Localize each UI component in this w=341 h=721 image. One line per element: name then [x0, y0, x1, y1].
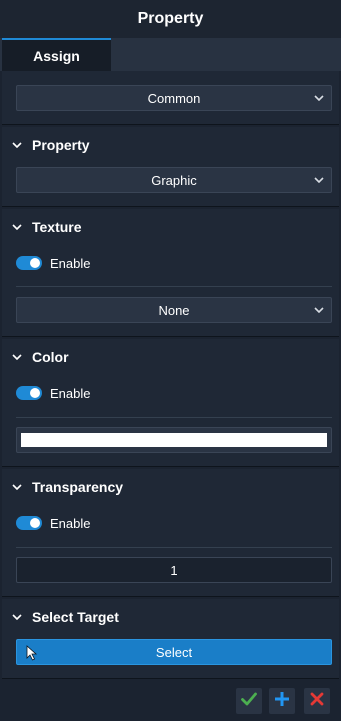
property-dropdown[interactable]: Graphic: [16, 167, 332, 193]
footer-toolbar: [0, 682, 341, 721]
common-dropdown-value: Common: [147, 90, 201, 106]
common-dropdown[interactable]: Common: [16, 85, 332, 111]
add-button[interactable]: [269, 688, 295, 714]
transparency-input[interactable]: 1: [16, 557, 332, 583]
select-target-title: Select Target: [32, 609, 119, 625]
texture-dropdown-value: None: [158, 302, 190, 318]
transparency-value: 1: [170, 562, 178, 578]
texture-enable-row: Enable: [16, 251, 90, 275]
property-panel: Common Property Graphic Texture Enable N…: [2, 71, 339, 682]
property-section: Property Graphic: [2, 127, 339, 207]
common-section: Common: [2, 71, 339, 125]
divider: [16, 286, 332, 287]
color-enable-toggle[interactable]: [16, 386, 42, 400]
transparency-section: Transparency Enable 1: [2, 469, 339, 597]
color-enable-label: Enable: [50, 385, 91, 401]
color-enable-row: Enable: [16, 381, 90, 405]
chevron-down-icon: [2, 209, 32, 245]
close-icon: [310, 692, 324, 711]
property-dropdown-value: Graphic: [151, 172, 197, 188]
chevron-down-icon: [2, 127, 32, 163]
check-icon: [241, 692, 257, 711]
texture-header[interactable]: Texture: [2, 209, 339, 245]
color-picker-field[interactable]: [16, 427, 332, 453]
select-button[interactable]: Select: [16, 639, 332, 665]
confirm-button[interactable]: [236, 688, 262, 714]
property-header[interactable]: Property: [2, 127, 339, 163]
chevron-down-icon: [313, 304, 325, 316]
texture-enable-label: Enable: [50, 255, 91, 271]
color-title: Color: [32, 349, 69, 365]
chevron-down-icon: [313, 92, 325, 104]
toggle-knob: [30, 258, 40, 268]
select-button-label: Select: [155, 644, 193, 660]
color-swatch: [21, 433, 327, 447]
divider: [16, 547, 332, 548]
cursor-icon: [25, 645, 39, 661]
close-button[interactable]: [304, 688, 330, 714]
texture-section: Texture Enable None: [2, 209, 339, 337]
divider: [16, 417, 332, 418]
property-title: Property: [32, 137, 90, 153]
tab-assign[interactable]: Assign: [2, 38, 111, 71]
transparency-header[interactable]: Transparency: [2, 469, 339, 505]
color-header[interactable]: Color: [2, 339, 339, 375]
toggle-knob: [30, 388, 40, 398]
chevron-down-icon: [2, 339, 32, 375]
select-target-section: Select Target Select: [2, 599, 339, 679]
texture-enable-toggle[interactable]: [16, 256, 42, 270]
tab-bar: Assign: [0, 38, 341, 71]
color-section: Color Enable: [2, 339, 339, 467]
plus-icon: [274, 691, 290, 712]
transparency-title: Transparency: [32, 479, 124, 495]
chevron-down-icon: [2, 599, 32, 635]
chevron-down-icon: [313, 174, 325, 186]
toggle-knob: [30, 518, 40, 528]
texture-title: Texture: [32, 219, 82, 235]
transparency-enable-row: Enable: [16, 511, 90, 535]
chevron-down-icon: [2, 469, 32, 505]
texture-dropdown[interactable]: None: [16, 297, 332, 323]
select-target-header[interactable]: Select Target: [2, 599, 339, 635]
window-title: Property: [0, 0, 341, 38]
transparency-enable-label: Enable: [50, 515, 91, 531]
transparency-enable-toggle[interactable]: [16, 516, 42, 530]
